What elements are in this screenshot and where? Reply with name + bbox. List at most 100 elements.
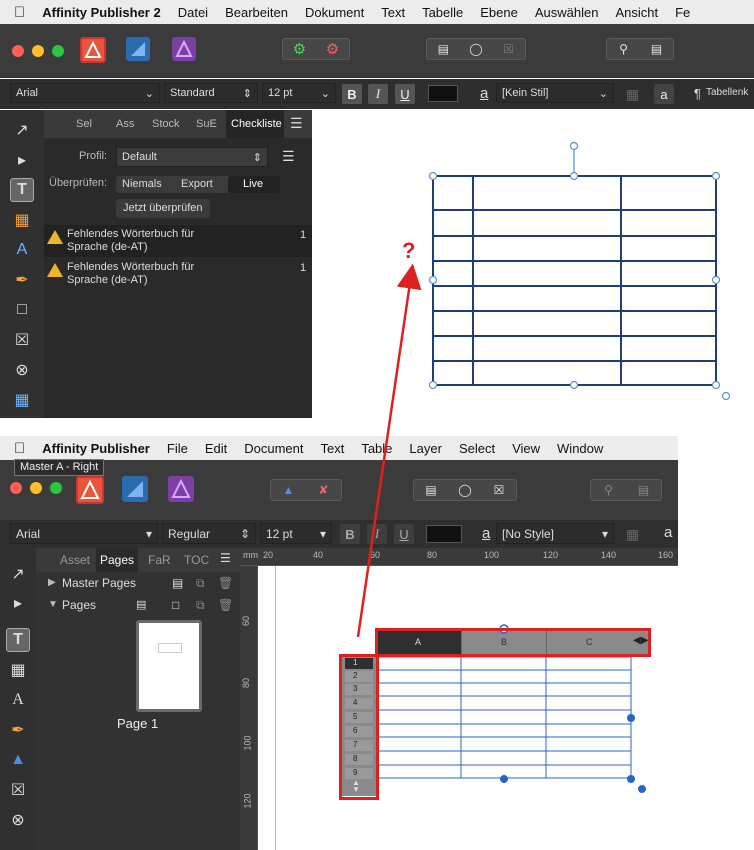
- character-style-select[interactable]: [Kein Stil] ⌄: [496, 83, 614, 103]
- font-size-field[interactable]: 12 pt ▾: [260, 523, 332, 544]
- photo-persona-icon[interactable]: [172, 37, 196, 61]
- pages-label[interactable]: Pages: [62, 598, 96, 612]
- issue-row[interactable]: Fehlendes Wörterbuch für Sprache (de-AT)…: [44, 258, 312, 290]
- designer-persona-icon[interactable]: [122, 476, 148, 502]
- artistic-text-tool-icon[interactable]: A: [6, 688, 30, 712]
- master-pages-disclosure-icon[interactable]: ▶: [48, 577, 56, 588]
- master-page-duplicate-icon[interactable]: ⧉: [196, 576, 205, 591]
- menu-table[interactable]: Table: [361, 441, 392, 456]
- vertical-ruler[interactable]: 60 80 100 120: [240, 566, 258, 850]
- pin-icon[interactable]: ⚲: [607, 42, 640, 56]
- text-wrap-icon[interactable]: ▤: [414, 483, 448, 497]
- photo-persona-icon[interactable]: [168, 476, 194, 502]
- menu-layer[interactable]: Layer: [409, 441, 442, 456]
- wrap-around-icon[interactable]: ◯: [460, 42, 493, 56]
- node-tool-icon[interactable]: ▸: [6, 591, 30, 615]
- gear-red-icon[interactable]: ⚙: [316, 40, 349, 58]
- minimize-window-button[interactable]: [30, 482, 42, 494]
- text-wrap-icon[interactable]: ▤: [427, 42, 460, 56]
- check-now-button[interactable]: Jetzt überprüfen: [116, 199, 210, 218]
- check-export[interactable]: Export: [181, 178, 213, 190]
- fix-icon[interactable]: ✘: [306, 483, 341, 497]
- pages-options-icon[interactable]: ▤: [136, 598, 146, 611]
- check-never[interactable]: Niemals: [122, 178, 162, 190]
- paragraph-style-a-button[interactable]: a: [654, 84, 674, 104]
- paragraph-style-a-button[interactable]: a: [664, 524, 672, 541]
- pin-icon[interactable]: ⚲: [591, 483, 626, 497]
- menu-app[interactable]: Affinity Publisher 2: [42, 5, 160, 20]
- apple-icon[interactable]: : [14, 4, 25, 21]
- upload-icon[interactable]: ▲: [271, 483, 306, 497]
- menu-text[interactable]: Text: [381, 5, 405, 20]
- menu-ansicht[interactable]: Ansicht: [615, 5, 658, 20]
- pen-tool-icon[interactable]: ✒: [10, 268, 34, 292]
- tab-sue[interactable]: SuE: [196, 118, 217, 130]
- artistic-text-tool-icon[interactable]: A: [10, 238, 34, 262]
- place-image-tool-icon[interactable]: ▦: [10, 388, 34, 412]
- tab-far[interactable]: FaR: [148, 553, 171, 567]
- publisher-persona-icon[interactable]: [80, 37, 106, 63]
- font-size-field[interactable]: 12 pt ⌄: [262, 83, 336, 103]
- move-tool-icon[interactable]: ↗: [10, 118, 34, 142]
- menu-ebene[interactable]: Ebene: [480, 5, 518, 20]
- page-duplicate-icon[interactable]: ⧉: [196, 598, 205, 613]
- text-frame-icon[interactable]: ▤: [640, 42, 673, 56]
- frame-text-tool-icon[interactable]: T: [6, 628, 30, 652]
- check-live[interactable]: Live: [228, 176, 280, 193]
- close-window-button[interactable]: [12, 45, 24, 57]
- move-tool-icon[interactable]: ↗: [6, 562, 30, 586]
- table-format-icon[interactable]: ▦: [626, 526, 639, 543]
- designer-persona-icon[interactable]: [126, 37, 150, 61]
- master-page-trash-icon[interactable]: 🗑: [218, 576, 233, 590]
- font-style-select[interactable]: Standard ⇕: [164, 83, 258, 103]
- frame-text-tool-icon[interactable]: T: [10, 178, 34, 202]
- menu-dokument[interactable]: Dokument: [305, 5, 364, 20]
- table-format-icon[interactable]: ▦: [626, 86, 639, 103]
- issue-row[interactable]: Fehlendes Wörterbuch für Sprache (de-AT)…: [44, 225, 312, 257]
- wrap-none-icon[interactable]: ☒: [482, 483, 516, 497]
- apple-icon[interactable]: : [14, 440, 25, 457]
- menu-text[interactable]: Text: [320, 441, 344, 456]
- italic-button[interactable]: I: [367, 524, 387, 544]
- tab-pages[interactable]: Pages: [96, 548, 138, 572]
- bold-button[interactable]: B: [342, 84, 362, 104]
- node-tool-icon[interactable]: ▸: [10, 148, 34, 172]
- menu-document[interactable]: Document: [244, 441, 303, 456]
- table-tool-icon[interactable]: ▦: [6, 658, 30, 682]
- wrap-around-icon[interactable]: ◯: [448, 483, 482, 497]
- picture-frame-tool-icon[interactable]: ☒: [6, 778, 30, 802]
- panel-menu-icon[interactable]: ☰: [290, 115, 303, 132]
- picture-frame-tool-icon[interactable]: ☒: [10, 328, 34, 352]
- ellipse-frame-tool-icon[interactable]: ⊗: [6, 808, 30, 832]
- master-pages-label[interactable]: Master Pages: [62, 576, 136, 590]
- font-family-select[interactable]: Arial ▾: [10, 523, 158, 544]
- menu-tabelle[interactable]: Tabelle: [422, 5, 463, 20]
- tab-stock[interactable]: Stock: [152, 118, 180, 130]
- minimize-window-button[interactable]: [32, 45, 44, 57]
- menu-edit[interactable]: Edit: [205, 441, 227, 456]
- tab-asset[interactable]: Asset: [60, 553, 90, 567]
- menu-fenster[interactable]: Fe: [675, 5, 690, 20]
- text-frame-icon[interactable]: ▤: [626, 483, 661, 497]
- bold-button[interactable]: B: [340, 524, 360, 544]
- page-thumbnail[interactable]: [136, 620, 202, 712]
- page-add-icon[interactable]: □: [172, 598, 179, 612]
- fill-tool-icon[interactable]: ▲: [6, 748, 30, 772]
- top-canvas-table[interactable]: [312, 110, 754, 410]
- profile-select[interactable]: Default ⇕: [116, 147, 268, 167]
- tab-checkliste[interactable]: Checkliste: [226, 110, 284, 138]
- menu-select[interactable]: Select: [459, 441, 495, 456]
- table-tool-icon[interactable]: ▦: [10, 208, 34, 232]
- panel-menu-icon[interactable]: ☰: [220, 551, 231, 565]
- menu-datei[interactable]: Datei: [178, 5, 208, 20]
- horizontal-ruler[interactable]: mm 20 40 60 80 100 120 140 160: [240, 548, 678, 566]
- gear-green-icon[interactable]: ⚙: [283, 40, 316, 58]
- zoom-window-button[interactable]: [52, 45, 64, 57]
- menu-app[interactable]: Affinity Publisher: [42, 441, 150, 456]
- tab-toc[interactable]: TOC: [184, 553, 209, 567]
- font-style-select[interactable]: Regular ⇕: [162, 523, 256, 544]
- table-format-label[interactable]: Tabellenk: [706, 87, 748, 98]
- profile-list-icon[interactable]: ☰: [282, 148, 295, 165]
- tab-ass[interactable]: Ass: [116, 118, 134, 130]
- page-trash-icon[interactable]: 🗑: [218, 598, 233, 612]
